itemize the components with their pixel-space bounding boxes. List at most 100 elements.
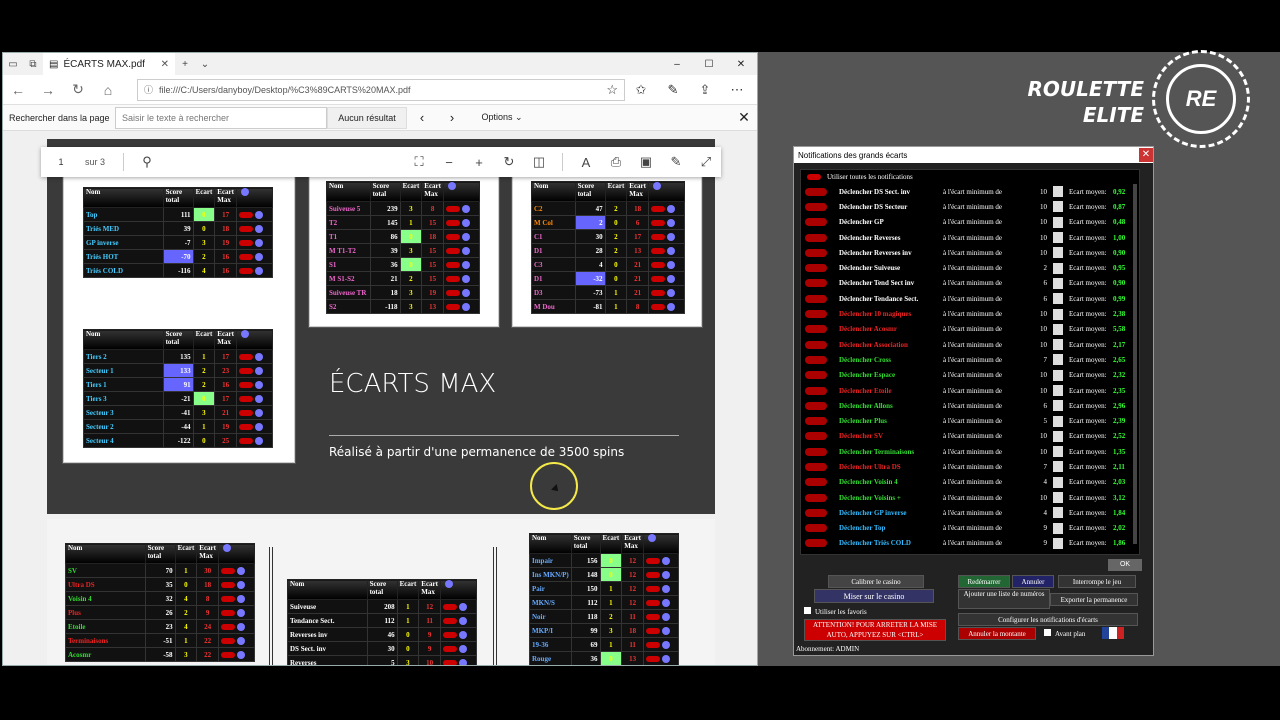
min-value[interactable]: 9: [1033, 539, 1048, 547]
casino-icon[interactable]: [462, 232, 470, 241]
row-toggle[interactable]: [648, 257, 685, 272]
spinner-icon[interactable]: [1053, 293, 1063, 305]
row-toggle[interactable]: [648, 215, 685, 230]
toggle-icon[interactable]: [645, 585, 660, 592]
toggle-icon[interactable]: [805, 417, 827, 426]
row-toggle[interactable]: [443, 299, 480, 314]
toggle-icon[interactable]: [805, 218, 827, 227]
page-number-input[interactable]: 1: [47, 152, 75, 172]
spinner-icon[interactable]: [1053, 277, 1063, 289]
tab-actions-icon[interactable]: ▭: [3, 59, 23, 70]
min-value[interactable]: 5: [1033, 417, 1048, 425]
casino-icon[interactable]: [462, 288, 470, 297]
row-toggle[interactable]: [236, 235, 273, 250]
more-icon[interactable]: ⋯: [721, 82, 753, 98]
row-toggle[interactable]: [236, 221, 273, 236]
casino-icon[interactable]: [255, 210, 263, 219]
casino-icon[interactable]: [237, 594, 245, 603]
casino-icon[interactable]: [255, 238, 263, 247]
next-icon[interactable]: ›: [437, 110, 467, 125]
export-button[interactable]: Exporter la permanence: [1050, 593, 1138, 606]
spinner-icon[interactable]: [1053, 216, 1063, 228]
min-value[interactable]: 10: [1033, 341, 1047, 349]
toggle-icon[interactable]: [805, 524, 827, 533]
toggle-icon[interactable]: [645, 655, 660, 662]
toggle-icon[interactable]: [805, 539, 827, 548]
casino-icon[interactable]: [462, 302, 470, 311]
toggle-icon[interactable]: [805, 371, 827, 380]
min-value[interactable]: 6: [1033, 279, 1048, 287]
toggle-icon[interactable]: [805, 462, 827, 471]
row-toggle[interactable]: [236, 363, 273, 378]
toggle-icon[interactable]: [805, 493, 827, 502]
row-toggle[interactable]: [218, 647, 255, 662]
row-toggle[interactable]: [218, 605, 255, 620]
toggle-icon[interactable]: [443, 631, 457, 638]
casino-icon[interactable]: [661, 556, 670, 565]
toggle-icon[interactable]: [805, 401, 827, 410]
min-value[interactable]: 4: [1033, 509, 1048, 517]
row-toggle[interactable]: [218, 577, 255, 592]
toggle-icon[interactable]: [446, 233, 460, 240]
row-toggle[interactable]: [440, 627, 477, 642]
find-input[interactable]: Saisir le texte à rechercher: [115, 106, 327, 129]
toggle-icon[interactable]: [446, 219, 460, 226]
row-toggle[interactable]: [642, 637, 680, 652]
interrupt-button[interactable]: Interrompe le jeu: [1058, 575, 1136, 588]
toggle-icon[interactable]: [446, 289, 460, 296]
toggle-icon[interactable]: [651, 233, 665, 240]
row-toggle[interactable]: [443, 243, 480, 258]
casino-icon[interactable]: [667, 260, 675, 269]
spinner-icon[interactable]: [1053, 385, 1063, 396]
spinner-icon[interactable]: [1053, 186, 1063, 198]
toggle-icon[interactable]: [446, 303, 460, 310]
spinner-icon[interactable]: [1053, 522, 1063, 534]
toggle-icon[interactable]: [446, 247, 460, 254]
spinner-icon[interactable]: [1053, 476, 1063, 488]
row-toggle[interactable]: [440, 613, 477, 628]
casino-icon[interactable]: [661, 654, 670, 663]
save-icon[interactable]: ▣: [631, 154, 661, 170]
toggle-icon[interactable]: [443, 603, 457, 610]
toggle-icon[interactable]: [443, 659, 457, 665]
toggle-icon[interactable]: [651, 303, 665, 310]
forward-icon[interactable]: →: [33, 82, 63, 98]
row-toggle[interactable]: [648, 201, 685, 216]
row-toggle[interactable]: [236, 249, 273, 264]
toggle-icon[interactable]: [651, 275, 665, 282]
casino-icon[interactable]: [459, 630, 467, 639]
row-toggle[interactable]: [443, 271, 480, 286]
toggle-icon[interactable]: [221, 651, 235, 658]
row-toggle[interactable]: [236, 405, 273, 420]
toggle-icon[interactable]: [239, 409, 253, 416]
min-value[interactable]: 10: [1033, 387, 1047, 395]
row-toggle[interactable]: [642, 567, 680, 582]
min-value[interactable]: 10: [1033, 249, 1047, 257]
toggle-icon[interactable]: [221, 567, 235, 574]
min-value[interactable]: 6: [1033, 402, 1048, 410]
casino-icon[interactable]: [462, 246, 470, 255]
casino-icon[interactable]: [661, 640, 670, 649]
toggle-icon[interactable]: [807, 174, 821, 180]
spinner-icon[interactable]: [1053, 323, 1063, 335]
maximize-icon[interactable]: ☐: [693, 59, 725, 70]
row-toggle[interactable]: [648, 299, 685, 314]
toggle-icon[interactable]: [239, 253, 253, 260]
casino-icon[interactable]: [255, 408, 263, 417]
save-as-icon[interactable]: ✎: [661, 154, 691, 170]
toggle-icon[interactable]: [651, 219, 665, 226]
refresh-icon[interactable]: ↻: [63, 81, 93, 98]
notes-icon[interactable]: ✎: [657, 82, 689, 98]
url-field[interactable]: ⓘ file:///C:/Users/danyboy/Desktop/%C3%8…: [137, 78, 625, 101]
casino-icon[interactable]: [255, 224, 263, 233]
casino-icon[interactable]: [255, 436, 263, 445]
casino-icon[interactable]: [237, 622, 245, 631]
close-find-icon[interactable]: ✕: [731, 109, 757, 126]
casino-icon[interactable]: [237, 608, 245, 617]
casino-icon[interactable]: [237, 580, 245, 589]
casino-icon[interactable]: [255, 252, 263, 261]
share-icon[interactable]: ⇪: [689, 82, 721, 98]
zoom-in-icon[interactable]: +: [464, 155, 494, 170]
toggle-icon[interactable]: [805, 478, 827, 487]
min-value[interactable]: 9: [1033, 524, 1048, 532]
